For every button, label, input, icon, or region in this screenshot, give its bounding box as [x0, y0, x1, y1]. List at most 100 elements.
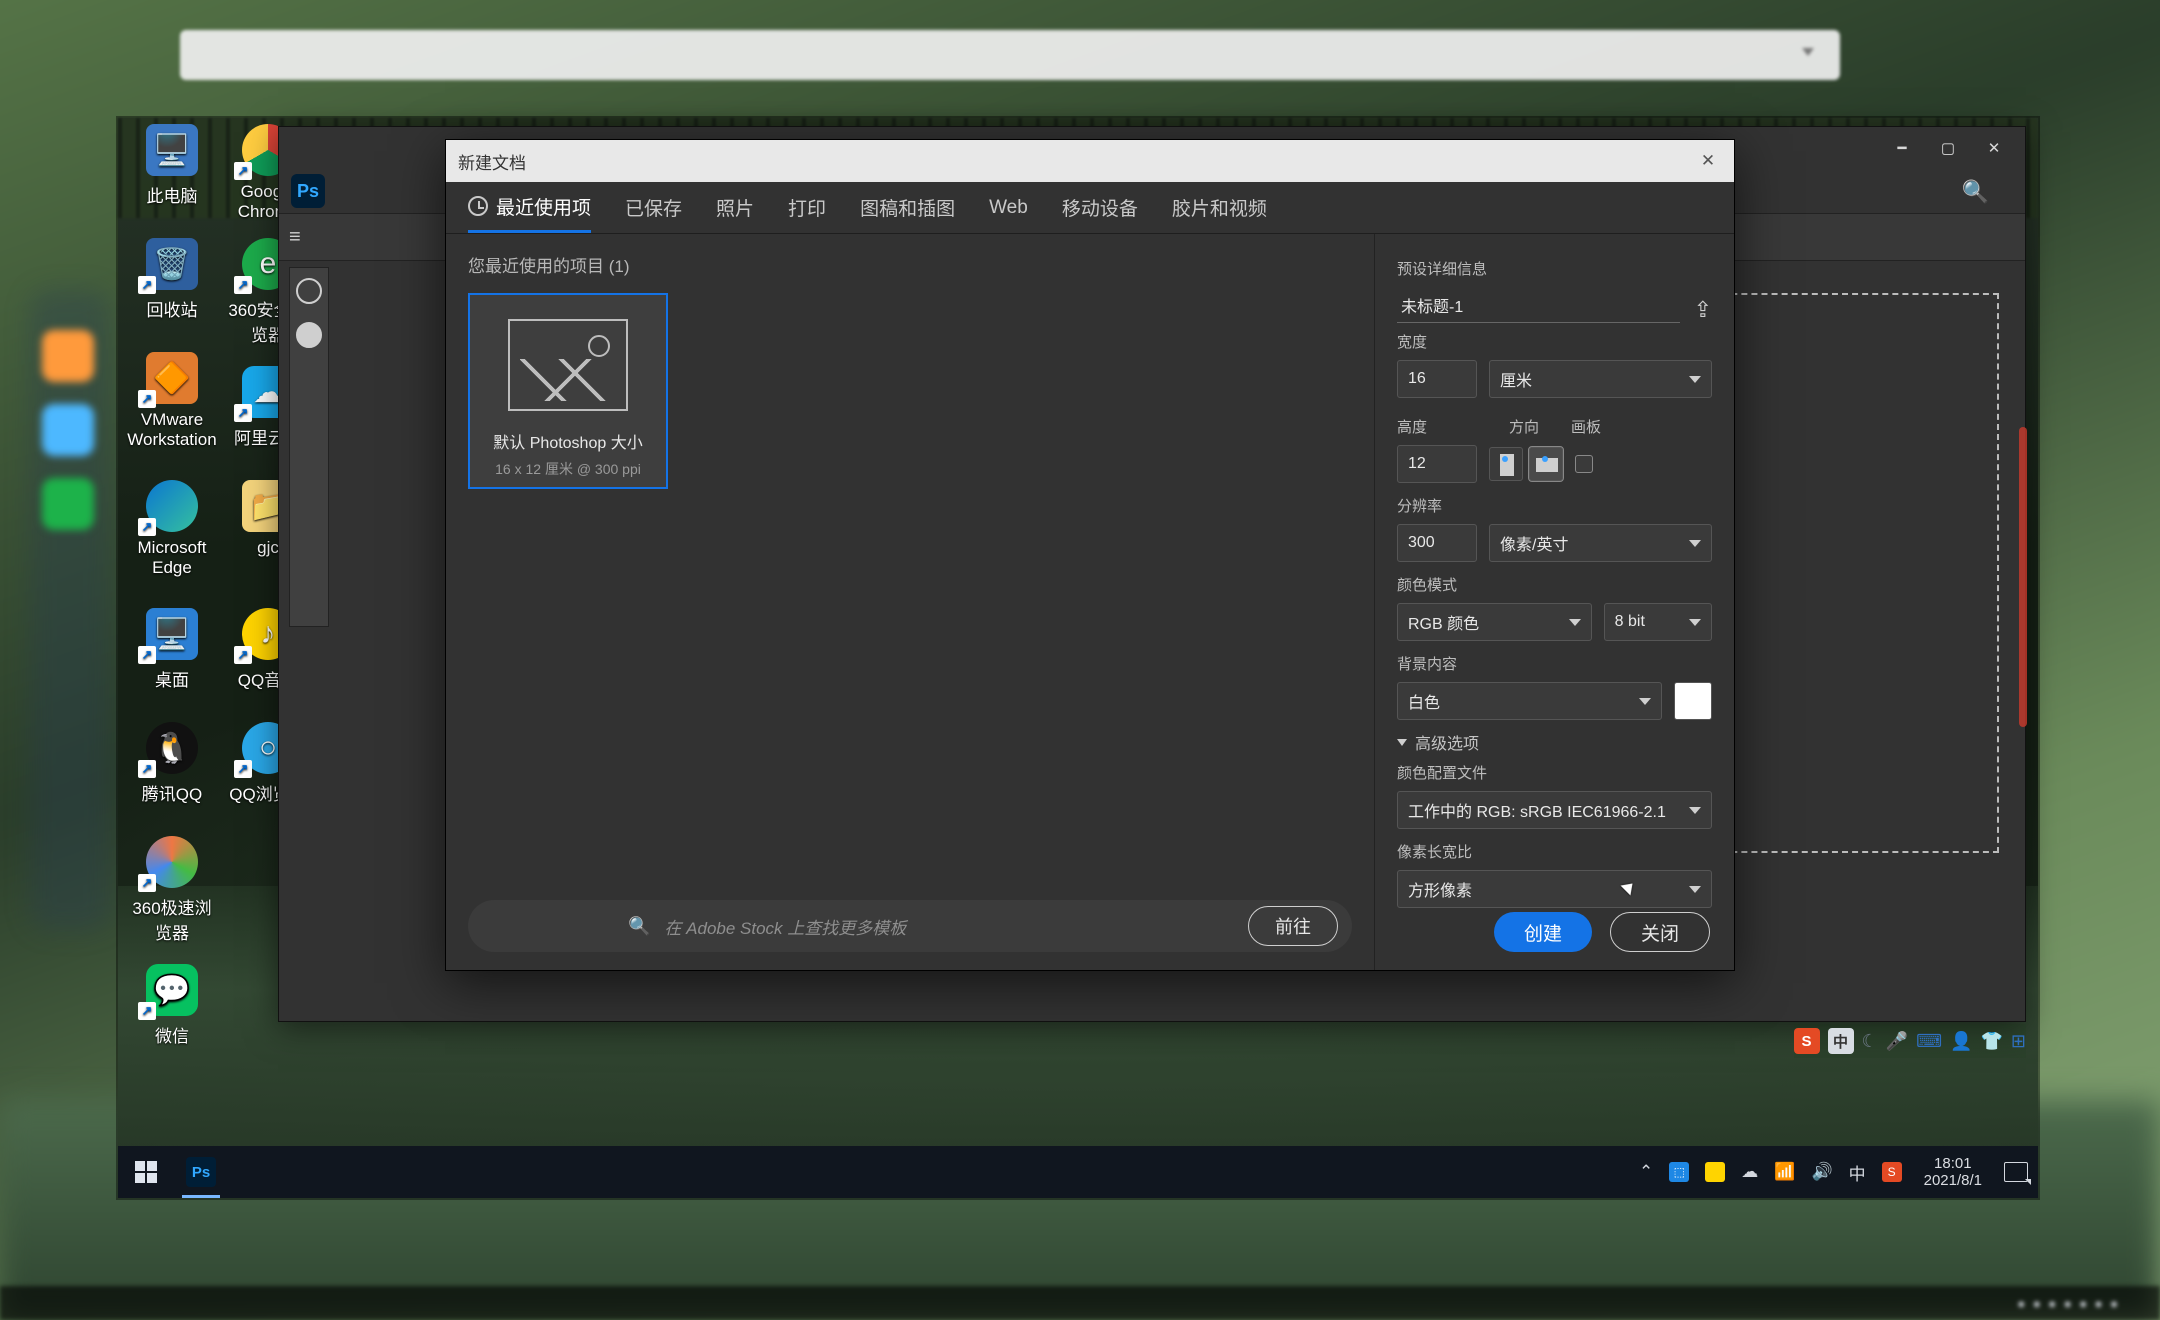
resolution-unit-select[interactable]: 像素/英寸	[1489, 524, 1712, 562]
grid-icon[interactable]: ⊞	[2011, 1031, 2026, 1052]
tab-photo[interactable]: 照片	[716, 182, 754, 233]
volume-icon[interactable]: 🔊	[1811, 1162, 1832, 1182]
tray-app-icon[interactable]	[1705, 1162, 1725, 1182]
tray-chevron-up-icon[interactable]: ⌃	[1639, 1162, 1653, 1182]
orientation-portrait[interactable]	[1489, 447, 1523, 481]
pixel-aspect-select[interactable]: 方形像素	[1397, 870, 1712, 908]
preset-meta: 16 x 12 厘米 @ 300 ppi	[480, 459, 656, 479]
desktop-icon-desktop[interactable]: 🖥️桌面	[126, 608, 218, 691]
taskbar: Ps ⌃ ⬚ ☁ 📶 🔊 中 S 18:01 2021/8/1	[118, 1146, 2038, 1198]
search-icon[interactable]: 🔍	[1962, 179, 1989, 205]
tray-sogou-icon[interactable]: S	[1882, 1162, 1902, 1182]
height-input[interactable]: 12	[1397, 445, 1477, 483]
color-profile-select[interactable]: 工作中的 RGB: sRGB IEC61966-2.1	[1397, 791, 1712, 829]
host-addressbar	[180, 30, 1840, 80]
mic-icon[interactable]: 🎤	[1886, 1031, 1908, 1052]
maximize-button[interactable]: ▢	[1925, 132, 1971, 164]
clock-icon	[468, 196, 488, 216]
desktop-icon-recycle[interactable]: 🗑️回收站	[126, 238, 218, 321]
tool-ellipse-fill-icon[interactable]	[296, 322, 322, 348]
desktop-icon-wechat[interactable]: 💬微信	[126, 964, 218, 1047]
chevron-down-icon	[1689, 376, 1701, 383]
host-dock-item	[42, 478, 94, 530]
tab-recent[interactable]: 最近使用项	[468, 182, 591, 233]
host-dock-item	[42, 404, 94, 456]
host-dock	[30, 290, 110, 930]
system-tray: ⌃ ⬚ ☁ 📶 🔊 中 S 18:01 2021/8/1	[1639, 1155, 2038, 1189]
tab-web[interactable]: Web	[989, 182, 1028, 233]
taskbar-clock[interactable]: 18:01 2021/8/1	[1918, 1155, 1988, 1189]
action-center-icon[interactable]	[2004, 1162, 2028, 1182]
advanced-toggle[interactable]: 高级选项	[1397, 730, 1712, 754]
bit-depth-select[interactable]: 8 bit	[1604, 603, 1712, 641]
export-preset-icon[interactable]: ⇪	[1694, 297, 1712, 323]
preset-name: 默认 Photoshop 大小	[480, 429, 656, 453]
pixel-aspect-label: 像素长宽比	[1397, 841, 1712, 862]
new-document-dialog: 新建文档 ✕ 最近使用项 已保存 照片 打印 图稿和插图 Web 移动设备 胶片…	[445, 139, 1735, 971]
desktop-icon-vmware[interactable]: 🔶VMware Workstation	[126, 352, 218, 450]
taskbar-photoshop[interactable]: Ps	[174, 1146, 228, 1198]
stock-search-input[interactable]: 在 Adobe Stock 上查找更多模板	[664, 914, 1234, 939]
photoshop-window: ━ ▢ ✕ Ps 🔍 ≡ 新建文档 ✕ 最近使用项 已保	[278, 126, 2026, 1022]
start-button[interactable]	[118, 1146, 174, 1198]
background-color-swatch[interactable]	[1674, 682, 1712, 720]
shirt-icon[interactable]: 👕	[1980, 1031, 2002, 1052]
ps-tools-panel[interactable]	[289, 267, 329, 627]
background-select[interactable]: 白色	[1397, 682, 1662, 720]
preset-default-photoshop[interactable]: 默认 Photoshop 大小 16 x 12 厘米 @ 300 ppi	[468, 293, 668, 489]
search-icon: 🔍	[628, 916, 650, 937]
desktop-icon-this-pc[interactable]: 🖥️此电脑	[126, 124, 218, 207]
tab-print[interactable]: 打印	[788, 182, 826, 233]
dialog-close-button[interactable]: ✕	[1688, 146, 1728, 176]
person-icon[interactable]: 👤	[1950, 1031, 1972, 1052]
host-taskbar: ● ● ● ● ● ● ●	[0, 1286, 2160, 1320]
moon-icon[interactable]: ☾	[1862, 1031, 1878, 1052]
tab-art[interactable]: 图稿和插图	[860, 182, 955, 233]
keyboard-icon[interactable]: ⌨	[1916, 1031, 1942, 1052]
ps-logo-icon: Ps	[291, 174, 325, 208]
desktop-icon-360browser[interactable]: 360极速浏览器	[126, 836, 218, 944]
stock-go-button[interactable]: 前往	[1248, 906, 1338, 946]
close-button[interactable]: ✕	[1971, 132, 2017, 164]
preset-thumb-icon	[508, 319, 628, 411]
tool-ellipse-outline-icon[interactable]	[296, 278, 322, 304]
width-input[interactable]: 16	[1397, 360, 1477, 398]
width-unit-select[interactable]: 厘米	[1489, 360, 1712, 398]
ime-lang-chip[interactable]: 中	[1828, 1028, 1854, 1054]
ime-indicator[interactable]: 中	[1849, 1160, 1866, 1185]
create-button[interactable]: 创建	[1494, 912, 1592, 952]
chevron-down-icon	[1569, 619, 1581, 626]
recent-header: 您最近使用的项目	[468, 257, 604, 276]
tab-saved[interactable]: 已保存	[625, 182, 682, 233]
tray-app-icon[interactable]: ⬚	[1669, 1162, 1689, 1182]
ime-sogou-icon[interactable]: S	[1794, 1028, 1820, 1054]
artboard-checkbox[interactable]	[1575, 455, 1593, 473]
wifi-icon[interactable]: 📶	[1774, 1162, 1795, 1182]
document-name-input[interactable]: 未标题-1	[1397, 287, 1680, 323]
recent-count: (1)	[609, 257, 630, 276]
close-button[interactable]: 关闭	[1610, 912, 1710, 952]
orientation-landscape[interactable]	[1529, 447, 1563, 481]
minimize-button[interactable]: ━	[1879, 132, 1925, 164]
chevron-down-icon	[1689, 619, 1701, 626]
preset-details-panel: 预设详细信息 未标题-1 ⇪ 宽度 16 厘米 高度 方向 画板	[1374, 234, 1734, 970]
height-label: 高度	[1397, 416, 1477, 437]
color-profile-label: 颜色配置文件	[1397, 762, 1712, 783]
tab-mobile[interactable]: 移动设备	[1062, 182, 1138, 233]
desktop-icon-qq[interactable]: 🐧腾讯QQ	[126, 722, 218, 805]
dialog-title: 新建文档	[458, 149, 526, 174]
onedrive-icon[interactable]: ☁	[1741, 1162, 1758, 1182]
tab-film[interactable]: 胶片和视频	[1172, 182, 1267, 233]
color-mode-select[interactable]: RGB 颜色	[1397, 603, 1592, 641]
clock-time: 18:01	[1924, 1155, 1982, 1172]
ime-toolbar[interactable]: S 中 ☾ 🎤 ⌨ 👤 👕 ⊞	[1794, 1024, 2026, 1058]
chevron-down-icon	[1689, 807, 1701, 814]
chevron-down-icon	[1639, 698, 1651, 705]
resolution-input[interactable]: 300	[1397, 524, 1477, 562]
artboard-label: 画板	[1571, 416, 1601, 437]
adobe-stock-bar: 🔍 在 Adobe Stock 上查找更多模板 前往	[468, 900, 1352, 952]
background-label: 背景内容	[1397, 653, 1712, 674]
desktop-icon-edge[interactable]: Microsoft Edge	[126, 480, 218, 578]
hamburger-icon[interactable]: ≡	[289, 226, 301, 249]
color-mode-label: 颜色模式	[1397, 574, 1712, 595]
